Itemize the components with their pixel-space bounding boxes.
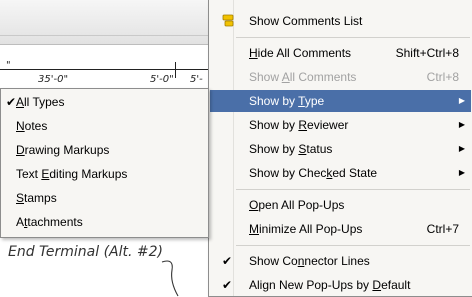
menu-item-label: All Types [16,95,65,109]
menu-item-label: Show by Type [249,94,325,108]
toolbar-divider [0,35,215,36]
submenu-item-notes[interactable]: Notes [2,115,207,137]
drawing-dimension-left: 35'-0" [38,74,69,85]
checkmark-icon: ✔ [222,278,233,292]
submenu-arrow-icon: ▶ [458,96,465,105]
drawing-dimension-right-1: 5'-0" [150,74,174,85]
submenu-item-stamps[interactable]: Stamps [2,187,207,209]
menu-shortcut: Shift+Ctrl+8 [395,46,459,60]
menu-item-show-by-reviewer[interactable]: Show by Reviewer ▶ [210,114,471,136]
checkmark-icon: ✔ [222,254,233,268]
menu-separator [236,189,470,190]
menu-item-label: Open All Pop-Ups [249,198,345,212]
menu-item-label: Minimize All Pop-Ups [249,222,363,236]
menu-item-show-by-type[interactable]: Show by Type ▶ [210,90,471,112]
menu-item-label: Align New Pop-Ups by Default [249,278,411,292]
menu-item-label: Attachments [16,215,83,229]
document-toolbar-area [0,0,215,45]
menu-item-show-comments-list[interactable]: Show Comments List [210,10,471,32]
show-by-type-submenu: ✔ All Types Notes Drawing Markups Text E… [0,88,209,238]
comments-context-menu: Show Comments List Hide All Comments Shi… [208,0,472,297]
menu-item-label: Show All Comments [249,70,357,84]
menu-item-label: Show Connector Lines [249,254,370,268]
menu-separator [236,245,470,246]
menu-item-minimize-all-popups[interactable]: Minimize All Pop-Ups Ctrl+7 [210,218,471,240]
menu-item-show-by-status[interactable]: Show by Status ▶ [210,138,471,160]
menu-item-label: Stamps [16,191,57,205]
menu-item-label: Text Editing Markups [16,167,128,181]
drawing-dimension-right-2: 5'- [190,74,203,85]
menu-item-label: Show Comments List [249,14,363,28]
menu-item-label: Show by Status [249,142,333,156]
submenu-item-attachments[interactable]: Attachments [2,211,207,233]
drawing-dimension-line [0,69,215,70]
menu-item-hide-all-comments[interactable]: Hide All Comments Shift+Ctrl+8 [210,42,471,64]
menu-shortcut: Ctrl+7 [426,222,459,236]
menu-item-label: Notes [16,119,48,133]
submenu-item-text-editing-markups[interactable]: Text Editing Markups [2,163,207,185]
menu-item-show-by-checked-state[interactable]: Show by Checked State ▶ [210,162,471,184]
menu-item-label: Drawing Markups [16,143,110,157]
submenu-arrow-icon: ▶ [458,120,465,129]
checkmark-icon: ✔ [6,95,17,109]
drawing-leader-curve [161,260,179,297]
menu-separator [236,37,470,38]
submenu-arrow-icon: ▶ [458,168,465,177]
menu-item-label: Hide All Comments [249,46,352,60]
menu-item-align-new-popups[interactable]: ✔ Align New Pop-Ups by Default [210,274,471,296]
menu-item-label: Show by Reviewer [249,118,349,132]
submenu-item-drawing-markups[interactable]: Drawing Markups [2,139,207,161]
menu-item-label: Show by Checked State [249,166,378,180]
menu-shortcut: Ctrl+8 [426,70,459,84]
menu-item-open-all-popups[interactable]: Open All Pop-Ups [210,194,471,216]
comments-list-icon [222,14,234,27]
drawing-dimension-tick [175,62,176,78]
submenu-item-all-types[interactable]: ✔ All Types [2,91,207,113]
menu-item-show-connector-lines[interactable]: ✔ Show Connector Lines [210,250,471,272]
menu-item-show-all-comments: Show All Comments Ctrl+8 [210,66,471,88]
drawing-label: End Terminal (Alt. #2) [8,244,163,260]
submenu-arrow-icon: ▶ [458,144,465,153]
